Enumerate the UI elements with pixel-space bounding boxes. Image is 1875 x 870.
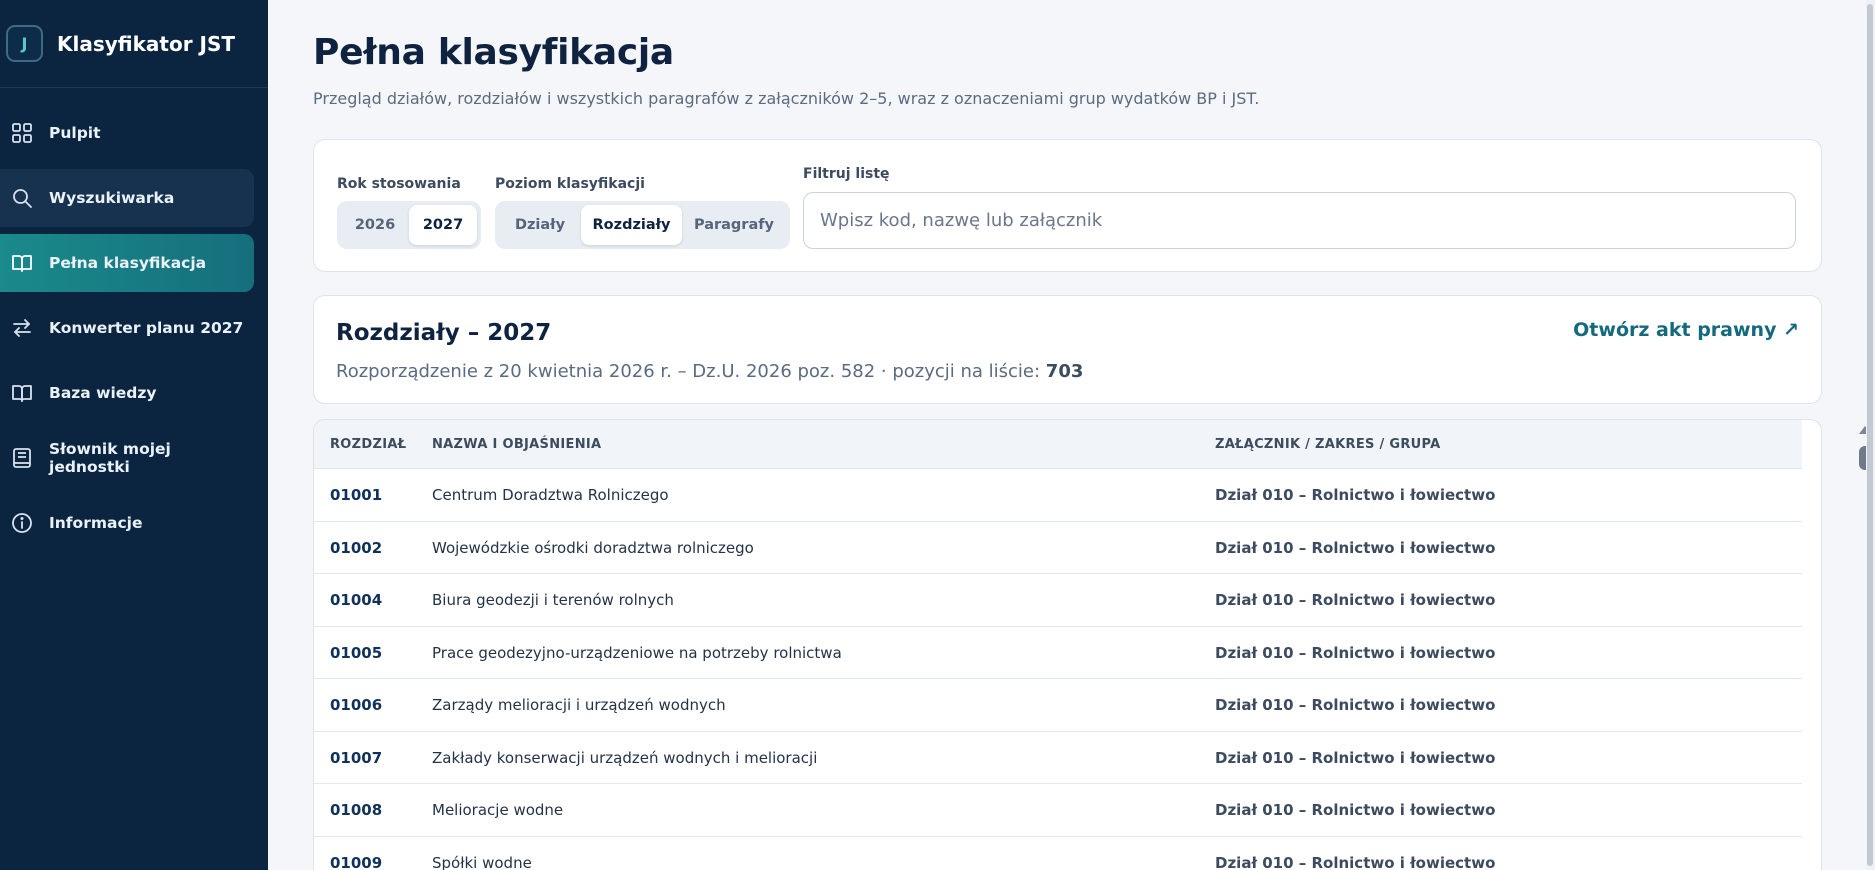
section-meta-text: Rozporządzenie z 20 kwietnia 2026 r. – D… [336,361,1046,382]
main-content: Pełna klasyfikacja Przegląd działów, roz… [268,0,1859,870]
table-row[interactable]: 01008 Melioracje wodne Dział 010 – Rolnict… [314,784,1802,837]
row-name: Zarządy melioracji i urządzeń wodnych [432,696,726,714]
column-header-code[interactable]: ROZDZIAŁ [330,437,406,452]
section-meta: Rozporządzenie z 20 kwietnia 2026 r. – D… [336,361,1083,382]
section-header-card: Rozdziały – 2027 Rozporządzenie z 20 kwi… [313,295,1822,404]
row-code: 01006 [330,696,383,714]
row-name: Zakłady konserwacji urządzeń wodnych i m… [432,748,818,767]
sidebar-item-konwerter[interactable]: Konwerter planu 2027 [0,299,254,357]
row-name: Centrum Doradztwa Rolniczego [432,486,669,504]
table-row[interactable]: 01001 Centrum Doradztwa Rolniczego Dział 0… [314,469,1802,522]
table-header: ROZDZIAŁ NAZWA I OBJAŚNIENIA ZAŁĄCZNIK /… [314,420,1802,469]
section-title: Rozdziały – 2027 [336,320,552,346]
page-scrollbar[interactable] [1866,0,1875,870]
sidebar: J Klasyfikator JST Pulpit Wyszukiwarka P… [0,0,268,870]
level-option-rozdzialy[interactable]: Rozdziały [581,205,682,245]
page-description: Przegląd działów, rozdziałów i wszystkic… [313,89,1260,108]
sidebar-item-label: Baza wiedzy [49,384,157,402]
row-group: Dział 010 – Rolnictwo i łowiectwo [1215,643,1496,662]
table-row[interactable]: 01005 Prace geodezyjno-urządzeniowe na po… [314,627,1802,679]
sidebar-item-pelna-klasyfikacja[interactable]: Pełna klasyfikacja [0,234,254,292]
sidebar-item-label: Wyszukiwarka [49,189,175,207]
sidebar-item-label: Konwerter planu 2027 [49,319,244,337]
page-title: Pełna klasyfikacja [313,32,674,73]
row-group: Dział 010 – Rolnictwo i łowiectwo [1215,591,1496,609]
sidebar-item-informacje[interactable]: Informacje [0,494,254,552]
row-code: 01004 [330,591,383,609]
swap-arrows-icon [11,317,33,339]
row-code: 01007 [330,748,383,767]
info-circle-icon [11,512,33,534]
year-option-2026[interactable]: 2026 [341,205,409,245]
table-row[interactable]: 01006 Zarządy melioracji i urządzeń wodny… [314,679,1802,732]
sidebar-item-baza-wiedzy[interactable]: Baza wiedzy [0,364,254,422]
row-group: Dział 010 – Rolnictwo i łowiectwo [1215,801,1496,819]
row-name: Spółki wodne [432,853,532,870]
page-scroll-thumb[interactable] [1867,4,1873,866]
row-name: Biura geodezji i terenów rolnych [432,591,674,609]
level-option-dzialy[interactable]: Działy [499,205,581,245]
year-label: Rok stosowania [337,176,461,192]
grid-icon [11,122,33,144]
table-row[interactable]: 01009 Spółki wodne Dział 010 – Rolnictwo i… [314,837,1802,870]
row-group: Dział 010 – Rolnictwo i łowiectwo [1215,696,1496,714]
row-name: Wojewódzkie ośrodki doradztwa rolniczego [432,538,754,557]
row-group: Dział 010 – Rolnictwo i łowiectwo [1215,748,1496,767]
sidebar-item-pulpit[interactable]: Pulpit [0,104,254,162]
table-body: 01001 Centrum Doradztwa Rolniczego Dział 0… [314,469,1821,870]
table-row[interactable]: 01004 Biura geodezji i terenów rolnych Dzi… [314,574,1802,627]
sidebar-nav: Pulpit Wyszukiwarka Pełna klasyfikacja K… [0,104,268,559]
row-code: 01009 [330,853,383,870]
filter-input[interactable] [803,192,1796,249]
sidebar-item-label: Słownik mojej jednostki [49,440,171,476]
item-count: 703 [1045,361,1084,382]
row-group: Dział 010 – Rolnictwo i łowiectwo [1215,538,1496,557]
sidebar-item-slownik[interactable]: Słownik mojej jednostki [0,429,254,487]
filter-label: Filtruj listę [803,166,890,182]
filter-panel: Rok stosowania 2026 2027 Poziom klasyfik… [313,139,1822,272]
brand-logo: J [6,25,43,62]
row-group: Dział 010 – Rolnictwo i łowiectwo [1215,853,1496,870]
row-name: Melioracje wodne [432,801,564,819]
year-segmented-control: 2026 2027 [337,201,481,249]
level-label: Poziom klasyfikacji [495,176,645,192]
brand[interactable]: J Klasyfikator JST [0,0,268,88]
row-group: Dział 010 – Rolnictwo i łowiectwo [1215,486,1496,504]
book-open-icon [11,252,33,274]
search-icon [11,187,33,209]
year-option-2027[interactable]: 2027 [409,205,477,245]
table-row[interactable]: 01007 Zakłady konserwacji urządzeń wodnyc… [314,732,1802,784]
sidebar-item-label: Pełna klasyfikacja [49,254,207,272]
classification-table: ROZDZIAŁ NAZWA I OBJAŚNIENIA ZAŁĄCZNIK /… [313,419,1822,870]
sidebar-item-wyszukiwarka[interactable]: Wyszukiwarka [0,169,254,227]
level-option-paragrafy[interactable]: Paragrafy [682,205,786,245]
sidebar-item-label: Pulpit [49,124,101,142]
table-row[interactable]: 01002 Wojewódzkie ośrodki doradztwa rolni… [314,522,1802,574]
brand-title: Klasyfikator JST [57,31,236,56]
row-code: 01008 [330,801,383,819]
book-open-icon [11,382,33,404]
row-code: 01002 [330,538,383,557]
level-segmented-control: Działy Rozdziały Paragrafy [495,201,790,249]
row-code: 01005 [330,643,383,662]
notebook-icon [11,447,33,469]
row-name: Prace geodezyjno-urządzeniowe na potrzeb… [432,643,842,662]
open-legal-act-link[interactable]: Otwórz akt prawny ↗ [1573,319,1799,341]
sidebar-item-label: Informacje [49,514,143,532]
column-header-group[interactable]: ZAŁĄCZNIK / ZAKRES / GRUPA [1215,437,1441,452]
column-header-name[interactable]: NAZWA I OBJAŚNIENIA [432,437,601,452]
row-code: 01001 [330,486,383,504]
